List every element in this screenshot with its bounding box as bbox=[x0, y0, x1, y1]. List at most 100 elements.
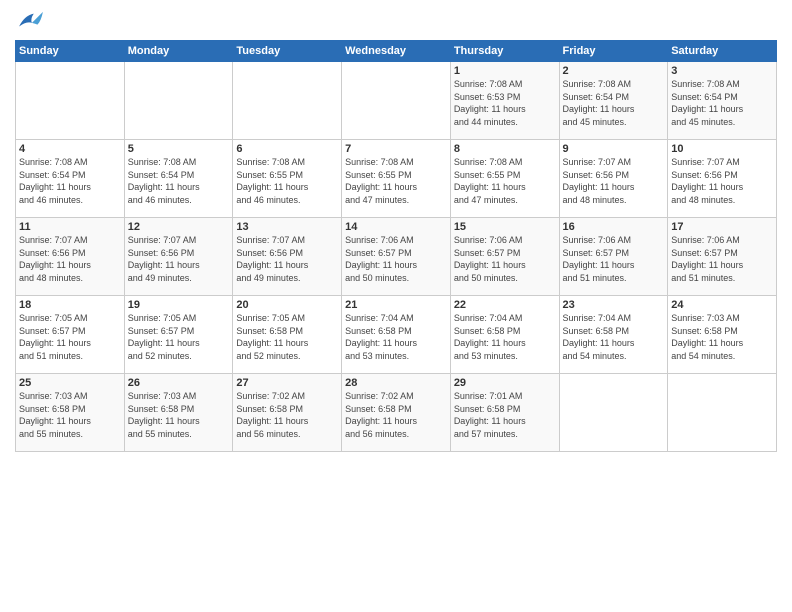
calendar-cell: 14Sunrise: 7:06 AM Sunset: 6:57 PM Dayli… bbox=[342, 218, 451, 296]
day-info: Sunrise: 7:08 AM Sunset: 6:55 PM Dayligh… bbox=[345, 156, 447, 206]
day-number: 20 bbox=[236, 299, 338, 311]
day-info: Sunrise: 7:08 AM Sunset: 6:54 PM Dayligh… bbox=[671, 78, 773, 128]
calendar-cell: 12Sunrise: 7:07 AM Sunset: 6:56 PM Dayli… bbox=[124, 218, 233, 296]
day-number: 23 bbox=[563, 299, 665, 311]
calendar-cell: 4Sunrise: 7:08 AM Sunset: 6:54 PM Daylig… bbox=[16, 140, 125, 218]
day-number: 2 bbox=[563, 65, 665, 77]
day-info: Sunrise: 7:06 AM Sunset: 6:57 PM Dayligh… bbox=[345, 234, 447, 284]
day-number: 11 bbox=[19, 221, 121, 233]
header-monday: Monday bbox=[124, 41, 233, 62]
day-number: 19 bbox=[128, 299, 230, 311]
calendar-cell: 3Sunrise: 7:08 AM Sunset: 6:54 PM Daylig… bbox=[668, 62, 777, 140]
day-number: 4 bbox=[19, 143, 121, 155]
calendar-cell: 2Sunrise: 7:08 AM Sunset: 6:54 PM Daylig… bbox=[559, 62, 668, 140]
day-number: 29 bbox=[454, 377, 556, 389]
calendar-cell: 1Sunrise: 7:08 AM Sunset: 6:53 PM Daylig… bbox=[450, 62, 559, 140]
calendar-cell bbox=[342, 62, 451, 140]
calendar-cell: 27Sunrise: 7:02 AM Sunset: 6:58 PM Dayli… bbox=[233, 374, 342, 452]
day-number: 14 bbox=[345, 221, 447, 233]
calendar-table: SundayMondayTuesdayWednesdayThursdayFrid… bbox=[15, 40, 777, 452]
calendar-cell: 24Sunrise: 7:03 AM Sunset: 6:58 PM Dayli… bbox=[668, 296, 777, 374]
header bbox=[15, 10, 777, 32]
calendar-cell: 6Sunrise: 7:08 AM Sunset: 6:55 PM Daylig… bbox=[233, 140, 342, 218]
calendar-cell: 23Sunrise: 7:04 AM Sunset: 6:58 PM Dayli… bbox=[559, 296, 668, 374]
day-info: Sunrise: 7:06 AM Sunset: 6:57 PM Dayligh… bbox=[671, 234, 773, 284]
header-row: SundayMondayTuesdayWednesdayThursdayFrid… bbox=[16, 41, 777, 62]
calendar-cell bbox=[668, 374, 777, 452]
week-row-3: 18Sunrise: 7:05 AM Sunset: 6:57 PM Dayli… bbox=[16, 296, 777, 374]
logo-bird-icon bbox=[17, 10, 45, 32]
day-number: 17 bbox=[671, 221, 773, 233]
day-number: 22 bbox=[454, 299, 556, 311]
day-info: Sunrise: 7:03 AM Sunset: 6:58 PM Dayligh… bbox=[128, 390, 230, 440]
day-number: 12 bbox=[128, 221, 230, 233]
day-number: 26 bbox=[128, 377, 230, 389]
calendar-cell: 29Sunrise: 7:01 AM Sunset: 6:58 PM Dayli… bbox=[450, 374, 559, 452]
day-number: 18 bbox=[19, 299, 121, 311]
day-number: 27 bbox=[236, 377, 338, 389]
day-info: Sunrise: 7:08 AM Sunset: 6:54 PM Dayligh… bbox=[128, 156, 230, 206]
calendar-cell: 25Sunrise: 7:03 AM Sunset: 6:58 PM Dayli… bbox=[16, 374, 125, 452]
day-info: Sunrise: 7:01 AM Sunset: 6:58 PM Dayligh… bbox=[454, 390, 556, 440]
day-info: Sunrise: 7:08 AM Sunset: 6:54 PM Dayligh… bbox=[19, 156, 121, 206]
day-info: Sunrise: 7:08 AM Sunset: 6:54 PM Dayligh… bbox=[563, 78, 665, 128]
day-info: Sunrise: 7:07 AM Sunset: 6:56 PM Dayligh… bbox=[563, 156, 665, 206]
day-number: 15 bbox=[454, 221, 556, 233]
day-info: Sunrise: 7:08 AM Sunset: 6:53 PM Dayligh… bbox=[454, 78, 556, 128]
header-sunday: Sunday bbox=[16, 41, 125, 62]
day-number: 5 bbox=[128, 143, 230, 155]
day-number: 10 bbox=[671, 143, 773, 155]
day-info: Sunrise: 7:06 AM Sunset: 6:57 PM Dayligh… bbox=[454, 234, 556, 284]
day-info: Sunrise: 7:07 AM Sunset: 6:56 PM Dayligh… bbox=[236, 234, 338, 284]
page-container: SundayMondayTuesdayWednesdayThursdayFrid… bbox=[0, 0, 792, 457]
calendar-cell: 11Sunrise: 7:07 AM Sunset: 6:56 PM Dayli… bbox=[16, 218, 125, 296]
calendar-cell: 26Sunrise: 7:03 AM Sunset: 6:58 PM Dayli… bbox=[124, 374, 233, 452]
day-number: 21 bbox=[345, 299, 447, 311]
calendar-cell: 16Sunrise: 7:06 AM Sunset: 6:57 PM Dayli… bbox=[559, 218, 668, 296]
calendar-cell: 22Sunrise: 7:04 AM Sunset: 6:58 PM Dayli… bbox=[450, 296, 559, 374]
day-info: Sunrise: 7:04 AM Sunset: 6:58 PM Dayligh… bbox=[454, 312, 556, 362]
calendar-cell: 18Sunrise: 7:05 AM Sunset: 6:57 PM Dayli… bbox=[16, 296, 125, 374]
logo bbox=[15, 10, 45, 32]
header-friday: Friday bbox=[559, 41, 668, 62]
calendar-body: 1Sunrise: 7:08 AM Sunset: 6:53 PM Daylig… bbox=[16, 62, 777, 452]
week-row-2: 11Sunrise: 7:07 AM Sunset: 6:56 PM Dayli… bbox=[16, 218, 777, 296]
day-number: 1 bbox=[454, 65, 556, 77]
calendar-cell: 28Sunrise: 7:02 AM Sunset: 6:58 PM Dayli… bbox=[342, 374, 451, 452]
header-saturday: Saturday bbox=[668, 41, 777, 62]
calendar-cell bbox=[559, 374, 668, 452]
day-number: 7 bbox=[345, 143, 447, 155]
calendar-cell: 9Sunrise: 7:07 AM Sunset: 6:56 PM Daylig… bbox=[559, 140, 668, 218]
day-info: Sunrise: 7:04 AM Sunset: 6:58 PM Dayligh… bbox=[345, 312, 447, 362]
day-number: 24 bbox=[671, 299, 773, 311]
day-info: Sunrise: 7:04 AM Sunset: 6:58 PM Dayligh… bbox=[563, 312, 665, 362]
calendar-cell: 7Sunrise: 7:08 AM Sunset: 6:55 PM Daylig… bbox=[342, 140, 451, 218]
header-wednesday: Wednesday bbox=[342, 41, 451, 62]
calendar-cell: 5Sunrise: 7:08 AM Sunset: 6:54 PM Daylig… bbox=[124, 140, 233, 218]
day-number: 3 bbox=[671, 65, 773, 77]
calendar-cell: 15Sunrise: 7:06 AM Sunset: 6:57 PM Dayli… bbox=[450, 218, 559, 296]
calendar-cell: 19Sunrise: 7:05 AM Sunset: 6:57 PM Dayli… bbox=[124, 296, 233, 374]
calendar-cell bbox=[16, 62, 125, 140]
day-info: Sunrise: 7:05 AM Sunset: 6:57 PM Dayligh… bbox=[19, 312, 121, 362]
day-info: Sunrise: 7:02 AM Sunset: 6:58 PM Dayligh… bbox=[236, 390, 338, 440]
calendar-cell: 21Sunrise: 7:04 AM Sunset: 6:58 PM Dayli… bbox=[342, 296, 451, 374]
day-number: 16 bbox=[563, 221, 665, 233]
calendar-header: SundayMondayTuesdayWednesdayThursdayFrid… bbox=[16, 41, 777, 62]
day-info: Sunrise: 7:07 AM Sunset: 6:56 PM Dayligh… bbox=[19, 234, 121, 284]
day-info: Sunrise: 7:07 AM Sunset: 6:56 PM Dayligh… bbox=[671, 156, 773, 206]
day-number: 9 bbox=[563, 143, 665, 155]
day-number: 8 bbox=[454, 143, 556, 155]
header-thursday: Thursday bbox=[450, 41, 559, 62]
week-row-0: 1Sunrise: 7:08 AM Sunset: 6:53 PM Daylig… bbox=[16, 62, 777, 140]
day-info: Sunrise: 7:06 AM Sunset: 6:57 PM Dayligh… bbox=[563, 234, 665, 284]
day-info: Sunrise: 7:02 AM Sunset: 6:58 PM Dayligh… bbox=[345, 390, 447, 440]
week-row-4: 25Sunrise: 7:03 AM Sunset: 6:58 PM Dayli… bbox=[16, 374, 777, 452]
day-info: Sunrise: 7:05 AM Sunset: 6:58 PM Dayligh… bbox=[236, 312, 338, 362]
day-info: Sunrise: 7:03 AM Sunset: 6:58 PM Dayligh… bbox=[671, 312, 773, 362]
day-info: Sunrise: 7:08 AM Sunset: 6:55 PM Dayligh… bbox=[454, 156, 556, 206]
calendar-cell: 10Sunrise: 7:07 AM Sunset: 6:56 PM Dayli… bbox=[668, 140, 777, 218]
calendar-cell: 17Sunrise: 7:06 AM Sunset: 6:57 PM Dayli… bbox=[668, 218, 777, 296]
header-tuesday: Tuesday bbox=[233, 41, 342, 62]
day-number: 13 bbox=[236, 221, 338, 233]
